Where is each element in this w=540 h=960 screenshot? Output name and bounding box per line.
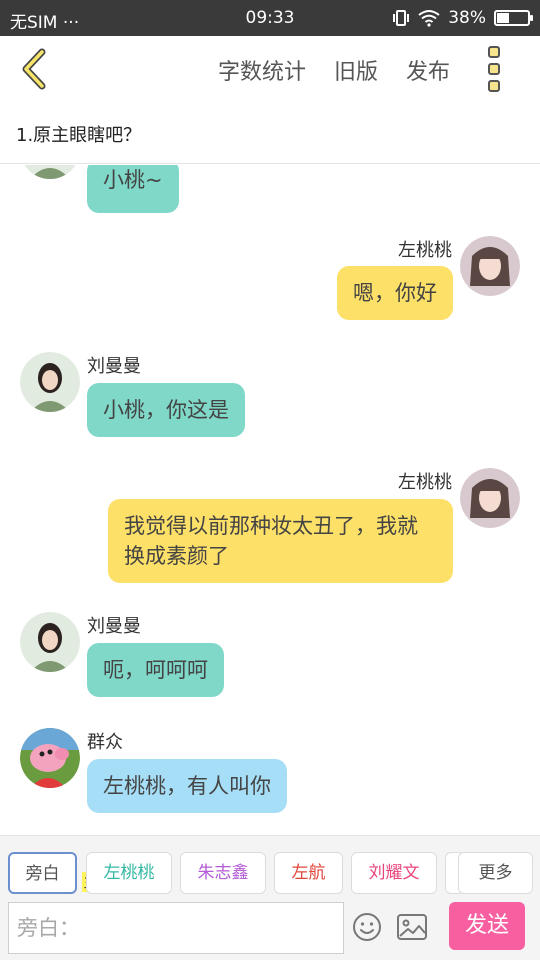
role-chip-zuo-hang[interactable]: 左航 xyxy=(274,852,343,894)
speaker-name: 左桃桃 xyxy=(398,240,452,261)
role-chip-liu-yaowen[interactable]: 刘耀文 xyxy=(351,852,437,894)
message-bubble-left[interactable]: 左桃桃，有人叫你 xyxy=(87,759,287,813)
status-icons: 38% xyxy=(392,8,533,28)
back-chevron-icon xyxy=(22,48,46,90)
role-label: 旁白 xyxy=(25,864,60,884)
role-selector: 旁白 主 左桃桃 朱志鑫 左航 刘耀文 更多 xyxy=(0,852,540,898)
input-row: 发送 xyxy=(0,900,540,956)
more-roles-button[interactable]: 更多 xyxy=(458,852,533,894)
publish-button[interactable]: 发布 xyxy=(406,54,450,86)
message-bubble-right[interactable]: 我觉得以前那种妆太丑了，我就换成素颜了 xyxy=(108,499,453,583)
back-button[interactable] xyxy=(16,48,56,90)
send-button[interactable]: 发送 xyxy=(449,902,525,950)
wifi-icon xyxy=(418,10,440,27)
avatar-portrait-icon xyxy=(460,236,520,296)
menu-dot xyxy=(488,63,500,75)
message-bubble-left[interactable]: 呃，呵呵呵 xyxy=(87,643,224,697)
old-version-button[interactable]: 旧版 xyxy=(334,54,378,86)
avatar-zuo-taotao[interactable] xyxy=(460,236,520,296)
message-text: 呃，呵呵呵 xyxy=(103,658,208,682)
speaker-name: 刘曼曼 xyxy=(87,356,141,377)
menu-dot xyxy=(488,46,500,58)
word-count-button[interactable]: 字数统计 xyxy=(218,54,306,86)
avatar-portrait-icon xyxy=(20,612,80,672)
role-label: 左航 xyxy=(291,863,326,883)
compose-panel: 旁白 主 左桃桃 朱志鑫 左航 刘耀文 更多 发送 xyxy=(0,835,540,960)
speaker-name: 刘曼曼 xyxy=(87,616,141,637)
role-chip-zhu-zhixin[interactable]: 朱志鑫 xyxy=(180,852,266,894)
emoji-icon[interactable] xyxy=(352,912,382,942)
speaker-name: 左桃桃 xyxy=(398,472,452,493)
chapter-title: 1.原主眼瞎吧？ xyxy=(16,125,142,146)
chat-area[interactable]: 小桃~ 左桃桃 嗯，你好 刘曼曼 小桃，你这是 左桃桃 我觉得以前那种妆太丑了，… xyxy=(0,165,540,835)
message-text: 嗯，你好 xyxy=(353,281,437,305)
top-toolbar: 字数统计 旧版 发布 xyxy=(0,36,540,102)
message-text: 小桃，你这是 xyxy=(103,398,229,422)
message-bubble-right[interactable]: 嗯，你好 xyxy=(337,266,453,320)
speaker-name: 群众 xyxy=(87,732,123,753)
menu-dot xyxy=(488,80,500,92)
role-label: 左桃桃 xyxy=(103,863,155,883)
role-chip-zuo-taotao[interactable]: 左桃桃 xyxy=(86,852,172,894)
battery-fill xyxy=(497,13,510,23)
chapter-title-bar[interactable]: 1.原主眼瞎吧？ xyxy=(0,102,540,164)
avatar-liu-manman[interactable] xyxy=(20,352,80,412)
pig-avatar-icon xyxy=(20,728,80,788)
battery-percent: 38% xyxy=(448,8,486,28)
avatar-portrait-icon xyxy=(24,165,76,179)
message-text: 左桃桃，有人叫你 xyxy=(103,774,271,798)
message-bubble-left[interactable]: 小桃~ xyxy=(87,165,179,213)
avatar-zuo-taotao[interactable] xyxy=(460,468,520,528)
message-input[interactable] xyxy=(8,902,344,954)
toolbar-actions: 字数统计 旧版 发布 xyxy=(218,54,450,86)
message-text: 小桃~ xyxy=(103,168,163,192)
avatar-portrait-icon xyxy=(20,352,80,412)
status-bar: 无SIM ··· 09:33 38% xyxy=(0,0,540,36)
more-menu-button[interactable] xyxy=(484,46,504,92)
avatar-liu-manman[interactable] xyxy=(20,165,80,179)
avatar-portrait-icon xyxy=(460,468,520,528)
role-label: 刘耀文 xyxy=(368,863,420,883)
message-bubble-left[interactable]: 小桃，你这是 xyxy=(87,383,245,437)
more-label: 更多 xyxy=(478,863,513,883)
avatar-crowd[interactable] xyxy=(20,728,80,788)
role-chip-narrator[interactable]: 旁白 xyxy=(8,852,77,894)
image-icon[interactable] xyxy=(396,912,428,942)
battery-icon xyxy=(494,10,533,26)
role-label: 朱志鑫 xyxy=(197,863,249,883)
avatar-liu-manman[interactable] xyxy=(20,612,80,672)
message-text: 我觉得以前那种妆太丑了，我就换成素颜了 xyxy=(124,514,418,568)
vibrate-icon xyxy=(393,10,410,26)
